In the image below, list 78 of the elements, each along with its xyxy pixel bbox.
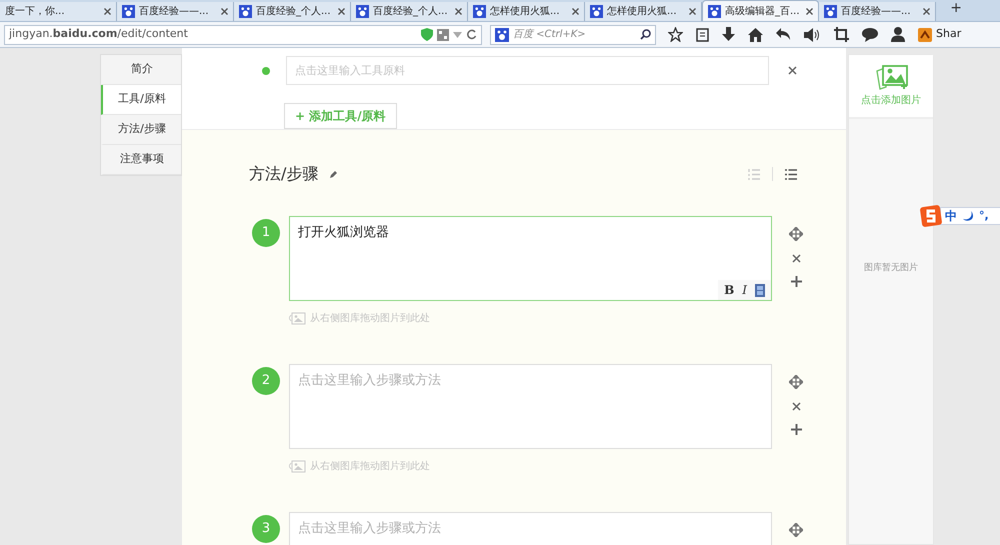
- browser-tab[interactable]: 度一下，你...: [0, 2, 117, 21]
- images-icon: [874, 64, 908, 90]
- step-input-field[interactable]: 点击这里输入步骤或方法: [289, 512, 772, 545]
- home-icon[interactable]: [748, 28, 763, 42]
- step-number: 3: [252, 515, 280, 543]
- url-text: jingyan.baidu.com/edit/content: [9, 26, 189, 42]
- close-icon[interactable]: [572, 8, 579, 15]
- close-icon[interactable]: [792, 254, 800, 263]
- qr-code-icon: [437, 28, 449, 40]
- browser-tab[interactable]: 百度经验_个人...: [351, 2, 468, 21]
- drop-hint: 从右侧图库拖动图片到此处: [310, 312, 430, 326]
- close-icon[interactable]: [689, 8, 696, 15]
- browser-tab[interactable]: 高级编辑器_百...: [702, 0, 819, 21]
- ime-punctuation[interactable]: °,: [979, 208, 989, 224]
- close-icon[interactable]: [221, 8, 228, 15]
- download-icon[interactable]: [722, 27, 735, 42]
- close-icon[interactable]: [455, 8, 462, 15]
- move-icon[interactable]: [789, 375, 803, 389]
- close-icon[interactable]: [792, 402, 800, 411]
- moon-icon[interactable]: [963, 210, 973, 222]
- pencil-icon[interactable]: [330, 170, 338, 178]
- person-icon[interactable]: [891, 27, 905, 42]
- new-tab-button[interactable]: +: [950, 0, 962, 19]
- search-input[interactable]: 百度 <Ctrl+K>: [513, 27, 636, 42]
- paw-icon: [239, 5, 252, 18]
- sidebar-item[interactable]: 工具/原料: [101, 85, 181, 115]
- film-icon[interactable]: [755, 284, 765, 296]
- bold-button[interactable]: B: [724, 281, 734, 299]
- sidebar-item[interactable]: 注意事项: [101, 145, 181, 175]
- step-number: 2: [252, 367, 280, 395]
- image-icon: [289, 460, 306, 473]
- plus-icon[interactable]: [790, 276, 802, 287]
- bullet-icon: [262, 66, 270, 74]
- search-icon[interactable]: [640, 29, 651, 40]
- paw-icon: [708, 4, 721, 18]
- paw-icon: [473, 5, 486, 18]
- clipboard-icon[interactable]: [696, 27, 709, 42]
- step-number: 1: [252, 219, 280, 247]
- image-icon: [289, 312, 306, 325]
- section-title: 方法/步骤: [249, 163, 318, 185]
- speaker-icon[interactable]: [804, 28, 821, 42]
- paw-icon: [122, 5, 135, 18]
- ime-mode[interactable]: 中: [945, 207, 957, 225]
- speech-bubble-icon[interactable]: [862, 28, 878, 42]
- bullet-list-icon[interactable]: [785, 168, 797, 180]
- plus-icon[interactable]: [790, 424, 802, 435]
- browser-tab[interactable]: 怎样使用火狐...: [585, 2, 702, 21]
- sidebar-item[interactable]: 方法/步骤: [101, 115, 181, 145]
- browser-tab[interactable]: 百度经验——...: [117, 2, 234, 21]
- toolbar-label[interactable]: Shar: [936, 26, 962, 43]
- step-input-field[interactable]: 点击这里输入步骤或方法: [289, 364, 772, 449]
- reload-icon[interactable]: [466, 29, 477, 40]
- paw-icon: [495, 28, 509, 42]
- paw-icon: [824, 5, 837, 18]
- move-icon[interactable]: [789, 523, 803, 537]
- undo-icon[interactable]: [776, 28, 791, 41]
- tool-input-field[interactable]: 点击这里输入工具原料: [286, 56, 769, 85]
- shield-icon: [421, 28, 433, 41]
- close-icon[interactable]: [923, 8, 930, 15]
- add-image-label: 点击添加图片: [861, 94, 921, 108]
- paw-icon: [356, 5, 369, 18]
- star-icon[interactable]: [668, 27, 683, 42]
- paw-icon: [590, 5, 603, 18]
- share-icon[interactable]: [918, 28, 932, 42]
- address-field[interactable]: jingyan.baidu.com/edit/content: [4, 24, 482, 44]
- close-icon[interactable]: [788, 66, 797, 75]
- browser-tab[interactable]: 百度经验——...: [819, 2, 936, 21]
- close-icon[interactable]: [104, 8, 111, 15]
- browser-tab[interactable]: 百度经验_个人...: [234, 2, 351, 21]
- drop-hint: 从右侧图库拖动图片到此处: [310, 460, 430, 474]
- move-icon[interactable]: [789, 227, 803, 241]
- empty-gallery-text: 图库暂无图片: [863, 262, 919, 275]
- close-icon[interactable]: [806, 8, 813, 14]
- close-icon[interactable]: [338, 8, 345, 15]
- search-field[interactable]: 百度 <Ctrl+K>: [490, 24, 656, 44]
- crop-icon[interactable]: [834, 27, 849, 42]
- italic-button[interactable]: I: [742, 281, 747, 299]
- browser-tab[interactable]: 怎样使用火狐...: [468, 2, 585, 21]
